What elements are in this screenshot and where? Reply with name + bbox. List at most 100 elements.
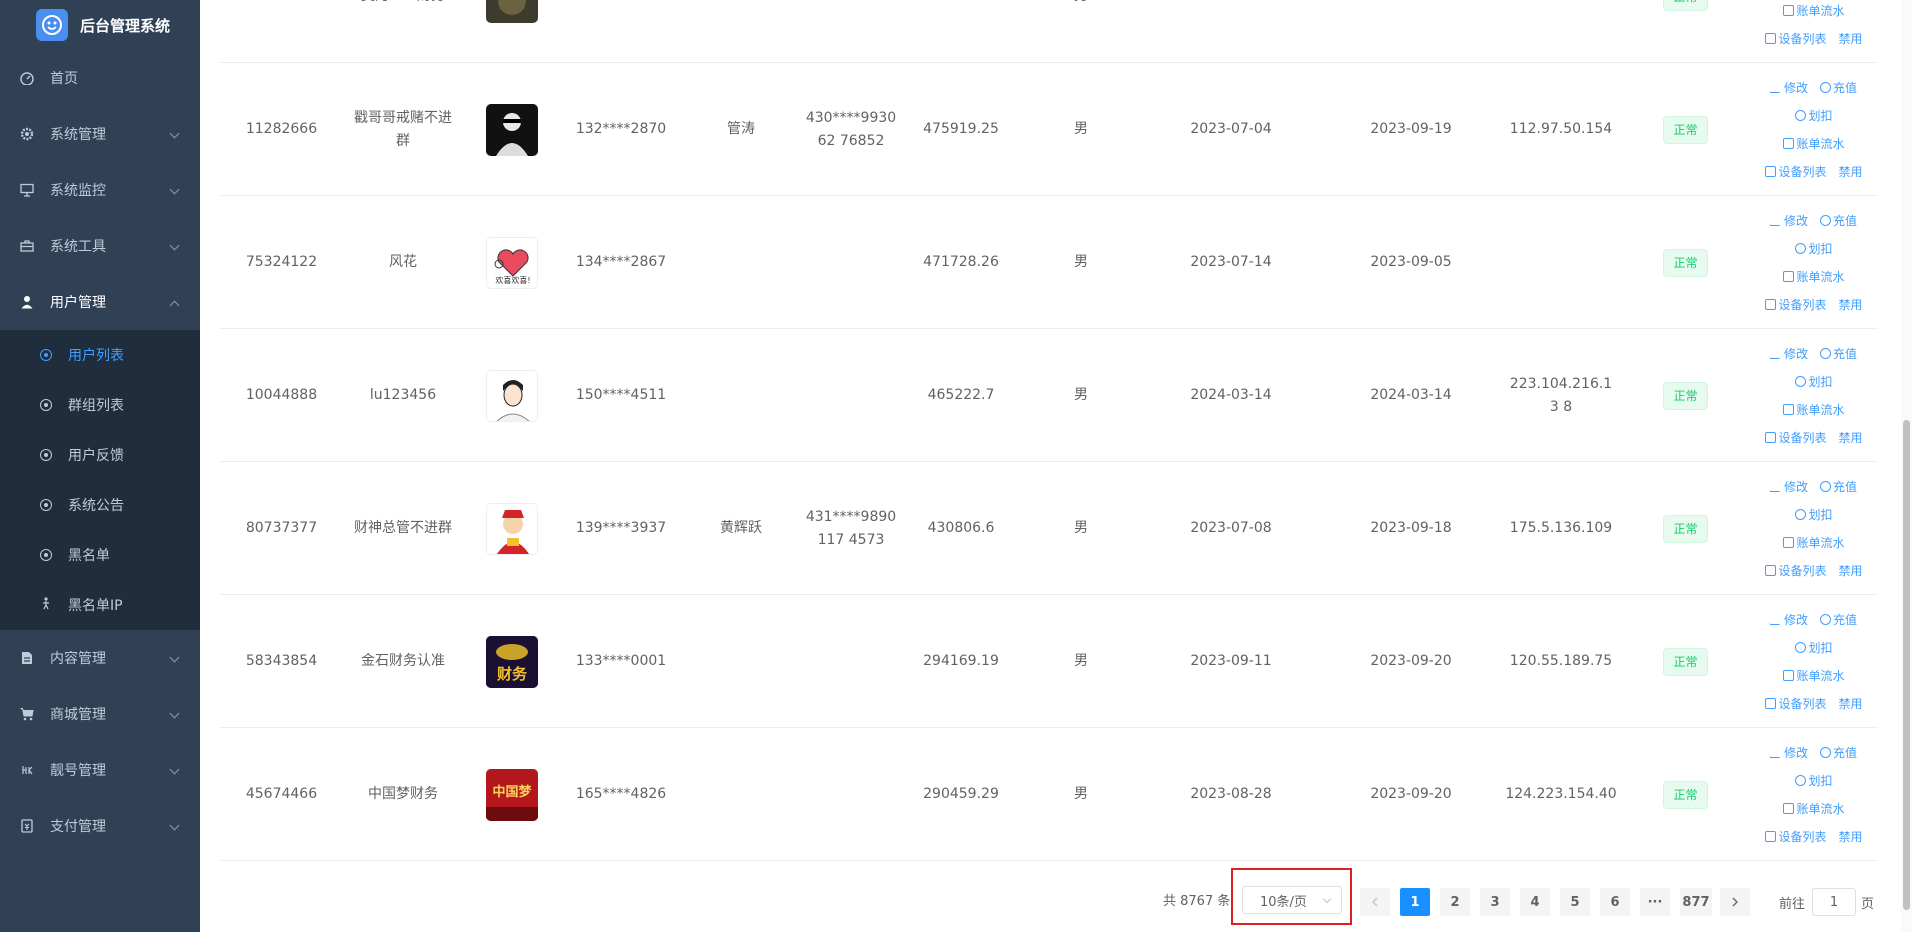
ban-link[interactable]: 禁用 xyxy=(1839,562,1863,579)
sidebar-item-user-management[interactable]: 用户管理 xyxy=(0,274,200,330)
ip-cell: 124.223.154.40 xyxy=(1505,786,1617,802)
login-date-cell: 2023-09-05 xyxy=(1370,254,1452,270)
edit-link[interactable]: 修改 xyxy=(1768,744,1808,761)
device-list-link[interactable]: 设备列表 xyxy=(1765,828,1827,845)
sidebar-item-system-monitor[interactable]: 系统监控 xyxy=(0,162,200,218)
deduct-link[interactable]: 划扣 xyxy=(1795,772,1833,789)
prev-page-button[interactable] xyxy=(1360,888,1390,916)
bill-flow-link[interactable]: 账单流水 xyxy=(1783,268,1845,285)
recharge-link[interactable]: 充值 xyxy=(1820,79,1857,96)
sidebar-item-label: 系统管理 xyxy=(50,127,106,143)
phone-cell: 150****4511 xyxy=(575,387,667,403)
next-page-button[interactable] xyxy=(1720,888,1750,916)
more-pages-button[interactable]: ··· xyxy=(1640,888,1670,916)
page-size-select[interactable]: 10条/页 xyxy=(1242,886,1342,914)
page-button-6[interactable]: 6 xyxy=(1600,888,1630,916)
chevron-down-icon xyxy=(169,240,180,251)
sidebar-item-payment-management[interactable]: 支付管理 xyxy=(0,798,200,854)
edit-link[interactable]: 修改 xyxy=(1768,478,1808,495)
register-date-cell: 2023-07-04 xyxy=(1190,121,1272,137)
avatar[interactable] xyxy=(486,103,538,156)
ban-link[interactable]: 禁用 xyxy=(1839,30,1863,47)
avatar[interactable] xyxy=(486,502,538,555)
sidebar-item-number-management[interactable]: 靓号管理 xyxy=(0,742,200,798)
recharge-link[interactable]: 充值 xyxy=(1820,212,1857,229)
deduct-link[interactable]: 划扣 xyxy=(1795,373,1833,390)
sidebar-item-content-management[interactable]: 内容管理 xyxy=(0,630,200,686)
ban-link[interactable]: 禁用 xyxy=(1839,695,1863,712)
login-date-cell: 2024-03-14 xyxy=(1370,387,1452,403)
avatar-caption: 欢喜欢喜! xyxy=(495,275,531,285)
bill-flow-link[interactable]: 账单流水 xyxy=(1783,401,1845,418)
page-button-5[interactable]: 5 xyxy=(1560,888,1590,916)
bill-icon xyxy=(1783,138,1795,149)
edit-link[interactable]: 修改 xyxy=(1768,345,1808,362)
page-button-2[interactable]: 2 xyxy=(1440,888,1470,916)
gender-cell: 男 xyxy=(1074,520,1088,536)
device-list-link[interactable]: 设备列表 xyxy=(1765,562,1827,579)
deduct-link[interactable]: 划扣 xyxy=(1795,639,1833,656)
deduct-link[interactable]: 划扣 xyxy=(1795,107,1833,124)
table-row: 10044888 lu123456 150****4511 465222.7 男… xyxy=(220,329,1878,462)
device-list-link[interactable]: 设备列表 xyxy=(1765,296,1827,313)
sidebar-item-group-list[interactable]: 群组列表 xyxy=(0,380,200,430)
scrollbar-thumb[interactable] xyxy=(1903,420,1910,910)
ban-link[interactable]: 禁用 xyxy=(1839,828,1863,845)
radio-dot-icon xyxy=(40,499,52,511)
page-button-4[interactable]: 4 xyxy=(1520,888,1550,916)
avatar[interactable]: 中国梦 xyxy=(486,768,538,821)
device-list-link[interactable]: 设备列表 xyxy=(1765,429,1827,446)
avatar[interactable] xyxy=(486,369,538,422)
sidebar-item-system-tools[interactable]: 系统工具 xyxy=(0,218,200,274)
balance-cell: 475919.25 xyxy=(923,121,999,137)
avatar[interactable]: 财务 xyxy=(486,635,538,688)
avatar-cell: 中国梦 xyxy=(463,728,561,861)
status-badge: 正常 xyxy=(1663,647,1708,676)
bill-flow-link[interactable]: 账单流水 xyxy=(1783,135,1845,152)
sidebar-item-label: 系统监控 xyxy=(50,183,106,199)
device-list-link[interactable]: 设备列表 xyxy=(1765,163,1827,180)
avatar-cell xyxy=(463,0,561,63)
sidebar-item-user-feedback[interactable]: 用户反馈 xyxy=(0,430,200,480)
app-logo[interactable]: 后台管理系统 xyxy=(0,0,200,50)
sidebar-item-system-notice[interactable]: 系统公告 xyxy=(0,480,200,530)
bill-flow-link[interactable]: 账单流水 xyxy=(1783,800,1845,817)
bill-flow-link[interactable]: 账单流水 xyxy=(1783,2,1845,19)
goto-page-input[interactable] xyxy=(1812,888,1856,916)
recharge-link[interactable]: 充值 xyxy=(1820,611,1857,628)
ban-link[interactable]: 禁用 xyxy=(1839,296,1863,313)
page-button-3[interactable]: 3 xyxy=(1480,888,1510,916)
deduct-link[interactable]: 划扣 xyxy=(1795,240,1833,257)
device-icon xyxy=(1765,33,1777,44)
page-button-1[interactable]: 1 xyxy=(1400,888,1430,916)
ban-link[interactable]: 禁用 xyxy=(1839,163,1863,180)
sidebar-item-system-management[interactable]: 系统管理 xyxy=(0,106,200,162)
status-badge: 正常 xyxy=(1663,248,1708,277)
recharge-link[interactable]: 充值 xyxy=(1820,345,1857,362)
avatar[interactable] xyxy=(486,0,538,23)
bill-icon xyxy=(1783,404,1795,415)
edit-link[interactable]: 修改 xyxy=(1768,79,1808,96)
sidebar-item-user-list[interactable]: 用户列表 xyxy=(0,330,200,380)
bill-flow-link[interactable]: 账单流水 xyxy=(1783,667,1845,684)
sidebar-item-blacklist-ip[interactable]: 黑名单IP xyxy=(0,580,200,630)
edit-link[interactable]: 修改 xyxy=(1768,611,1808,628)
edit-link[interactable]: 修改 xyxy=(1768,212,1808,229)
dashboard-icon xyxy=(20,71,34,85)
sidebar-item-blacklist[interactable]: 黑名单 xyxy=(0,530,200,580)
chevron-left-icon xyxy=(1372,897,1378,907)
vertical-scrollbar[interactable] xyxy=(1901,0,1912,932)
ban-link[interactable]: 禁用 xyxy=(1839,429,1863,446)
avatar-cell xyxy=(463,63,561,196)
avatar-cell: 欢喜欢喜! xyxy=(463,196,561,329)
page-button-last[interactable]: 877 xyxy=(1680,888,1712,916)
bill-flow-link[interactable]: 账单流水 xyxy=(1783,534,1845,551)
deduct-link[interactable]: 划扣 xyxy=(1795,506,1833,523)
sidebar-item-mall-management[interactable]: 商城管理 xyxy=(0,686,200,742)
device-list-link[interactable]: 设备列表 xyxy=(1765,30,1827,47)
device-list-link[interactable]: 设备列表 xyxy=(1765,695,1827,712)
recharge-link[interactable]: 充值 xyxy=(1820,744,1857,761)
sidebar-item-home[interactable]: 首页 xyxy=(0,50,200,106)
avatar[interactable]: 欢喜欢喜! xyxy=(486,236,538,289)
recharge-link[interactable]: 充值 xyxy=(1820,478,1857,495)
